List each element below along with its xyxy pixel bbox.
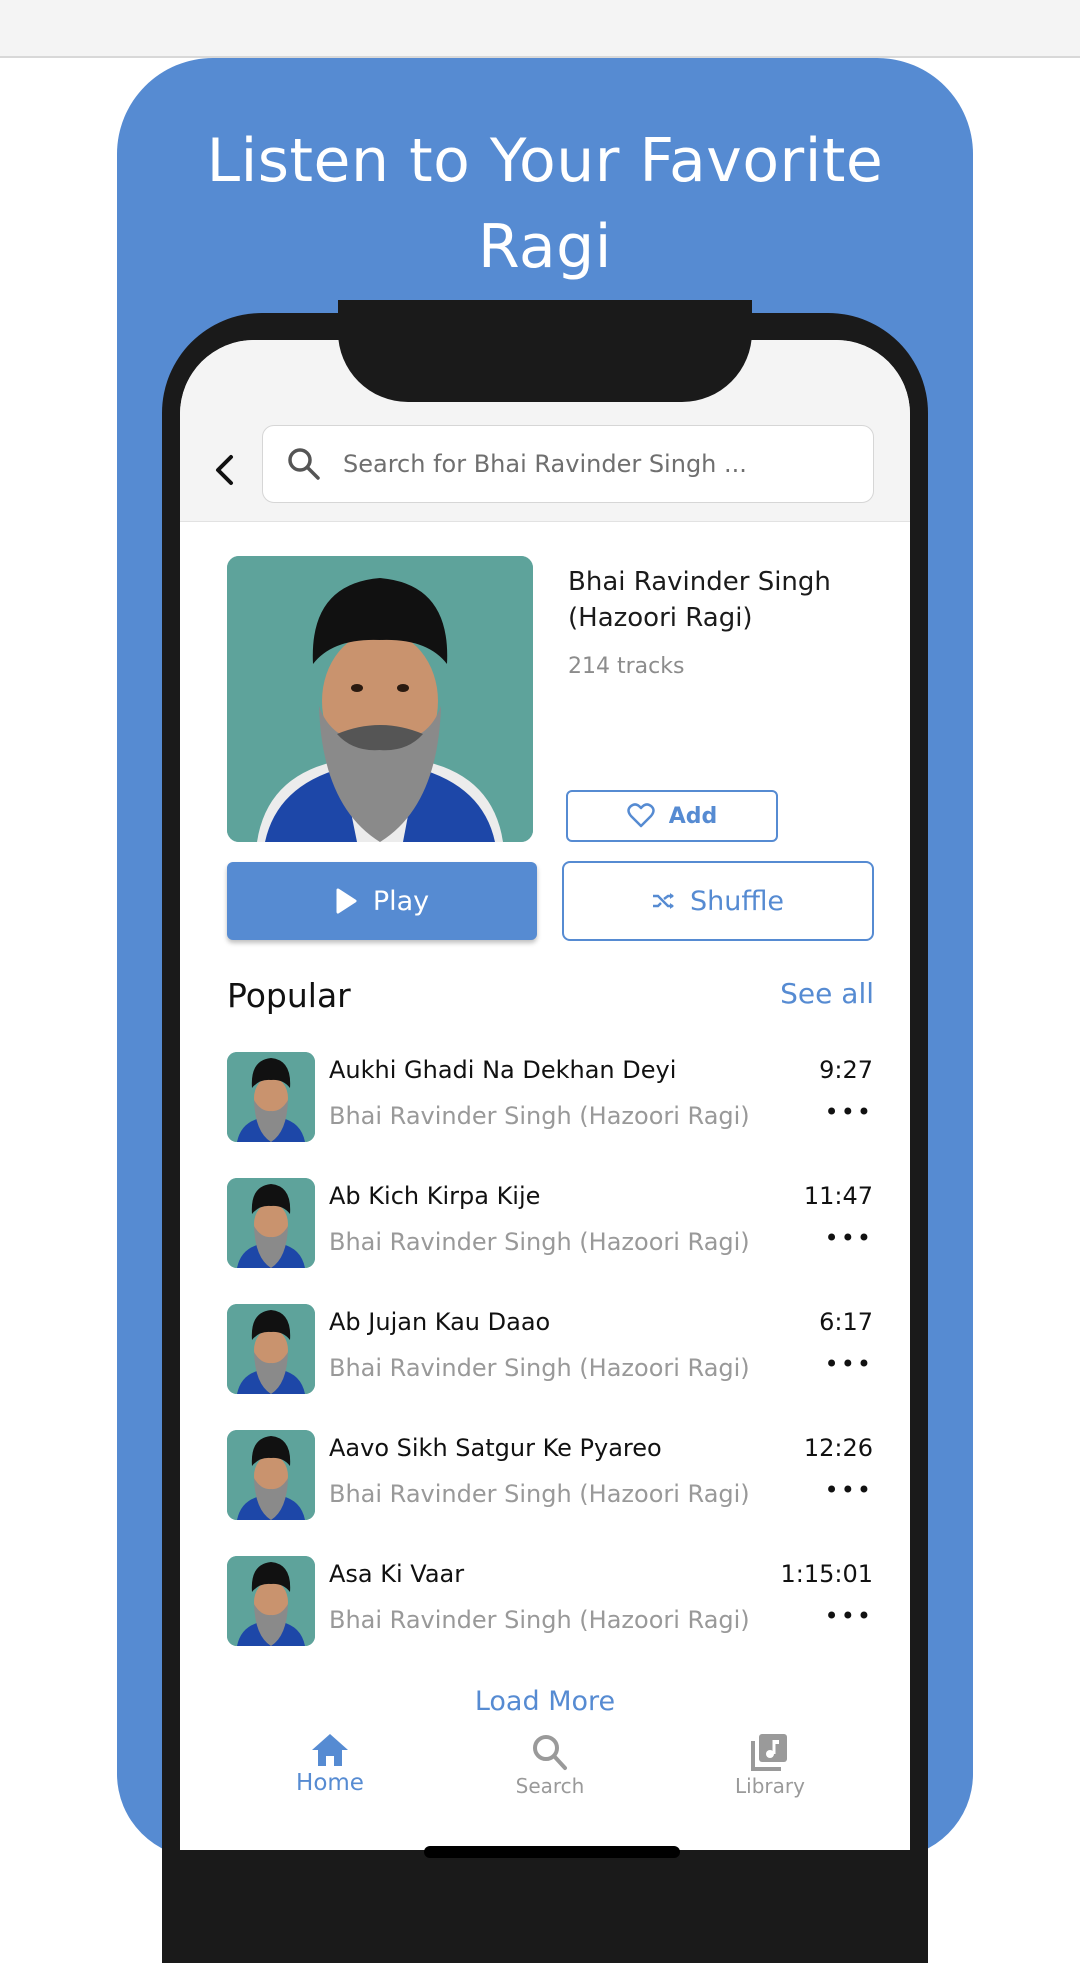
more-options-icon[interactable]: ••• xyxy=(825,1224,873,1252)
tab-library-label: Library xyxy=(735,1774,805,1798)
search-field[interactable] xyxy=(262,425,874,503)
shuffle-button[interactable]: Shuffle xyxy=(562,861,874,941)
tab-home-label: Home xyxy=(296,1770,364,1796)
app-screen: Bhai Ravinder Singh (Hazoori Ragi) 214 t… xyxy=(180,340,910,1850)
track-artwork-image xyxy=(227,1304,315,1394)
track-artist: Bhai Ravinder Singh (Hazoori Ragi) xyxy=(329,1228,750,1256)
back-button[interactable] xyxy=(206,448,242,492)
track-thumbnail xyxy=(227,1178,315,1268)
tab-search-label: Search xyxy=(515,1774,585,1798)
track-duration: 9:27 xyxy=(819,1056,873,1084)
bottom-tab-bar: Home Search Library xyxy=(180,1732,910,1832)
track-artwork-image xyxy=(227,1178,315,1268)
shuffle-icon xyxy=(652,893,674,909)
artist-photo xyxy=(227,556,533,842)
more-options-icon[interactable]: ••• xyxy=(825,1476,873,1504)
track-title: Aavo Sikh Satgur Ke Pyareo xyxy=(329,1434,662,1462)
search-icon xyxy=(533,1735,567,1770)
play-button[interactable]: Play xyxy=(227,862,537,940)
tab-home[interactable]: Home xyxy=(260,1732,400,1796)
track-artwork-image xyxy=(227,1052,315,1142)
tab-search[interactable]: Search xyxy=(480,1732,620,1798)
more-options-icon[interactable]: ••• xyxy=(825,1098,873,1126)
tab-library[interactable]: Library xyxy=(700,1732,840,1798)
track-row[interactable]: Ab Jujan Kau Daao Bhai Ravinder Singh (H… xyxy=(227,1304,873,1430)
see-all-link[interactable]: See all xyxy=(780,977,874,1010)
track-thumbnail xyxy=(227,1304,315,1394)
track-duration: 11:47 xyxy=(803,1182,873,1210)
track-count: 214 tracks xyxy=(568,654,685,679)
track-artist: Bhai Ravinder Singh (Hazoori Ragi) xyxy=(329,1354,750,1382)
track-thumbnail xyxy=(227,1052,315,1142)
headline-line-1: Listen to Your Favorite xyxy=(206,126,884,196)
headline-line-2: Ragi xyxy=(478,212,612,282)
track-title: Ab Jujan Kau Daao xyxy=(329,1308,551,1336)
track-row[interactable]: Ab Kich Kirpa Kije Bhai Ravinder Singh (… xyxy=(227,1178,873,1304)
track-artist: Bhai Ravinder Singh (Hazoori Ragi) xyxy=(329,1102,750,1130)
more-options-icon[interactable]: ••• xyxy=(825,1350,873,1378)
artist-portrait-image xyxy=(227,556,533,842)
add-label: Add xyxy=(668,803,718,829)
artist-name: Bhai Ravinder Singh (Hazoori Ragi) xyxy=(568,564,888,636)
track-row[interactable]: Aavo Sikh Satgur Ke Pyareo Bhai Ravinder… xyxy=(227,1430,873,1556)
more-options-icon[interactable]: ••• xyxy=(825,1602,873,1630)
track-title: Aukhi Ghadi Na Dekhan Deyi xyxy=(329,1056,677,1084)
promo-headline: Listen to Your Favorite Ragi xyxy=(117,118,973,290)
track-row[interactable]: Aukhi Ghadi Na Dekhan Deyi Bhai Ravinder… xyxy=(227,1052,873,1178)
top-status-bar xyxy=(0,0,1080,58)
track-artwork-image xyxy=(227,1556,315,1646)
search-input[interactable] xyxy=(343,450,843,478)
add-to-favorites-button[interactable]: Add xyxy=(566,790,778,842)
home-icon xyxy=(312,1734,348,1766)
track-duration: 6:17 xyxy=(819,1308,873,1336)
track-title: Ab Kich Kirpa Kije xyxy=(329,1182,541,1210)
track-artist: Bhai Ravinder Singh (Hazoori Ragi) xyxy=(329,1480,750,1508)
phone-notch xyxy=(338,300,752,402)
play-label: Play xyxy=(372,885,430,917)
library-music-icon xyxy=(751,1734,787,1771)
track-duration: 12:26 xyxy=(803,1434,873,1462)
load-more-button[interactable]: Load More xyxy=(180,1686,910,1717)
shuffle-label: Shuffle xyxy=(689,885,785,917)
track-thumbnail xyxy=(227,1556,315,1646)
heart-icon xyxy=(626,803,655,828)
track-row[interactable]: Asa Ki Vaar Bhai Ravinder Singh (Hazoori… xyxy=(227,1556,873,1682)
play-icon xyxy=(336,888,357,914)
chevron-left-icon xyxy=(216,455,233,485)
artist-name-line-2: (Hazoori Ragi) xyxy=(568,603,753,633)
track-duration: 1:15:01 xyxy=(780,1560,873,1588)
track-artist: Bhai Ravinder Singh (Hazoori Ragi) xyxy=(329,1606,750,1634)
popular-track-list: Aukhi Ghadi Na Dekhan Deyi Bhai Ravinder… xyxy=(227,1052,873,1682)
home-indicator[interactable] xyxy=(424,1846,680,1858)
track-title: Asa Ki Vaar xyxy=(329,1560,465,1588)
artist-name-line-1: Bhai Ravinder Singh xyxy=(568,567,831,597)
popular-section-title: Popular xyxy=(227,976,351,1015)
track-artwork-image xyxy=(227,1430,315,1520)
search-icon xyxy=(288,448,320,480)
track-thumbnail xyxy=(227,1430,315,1520)
